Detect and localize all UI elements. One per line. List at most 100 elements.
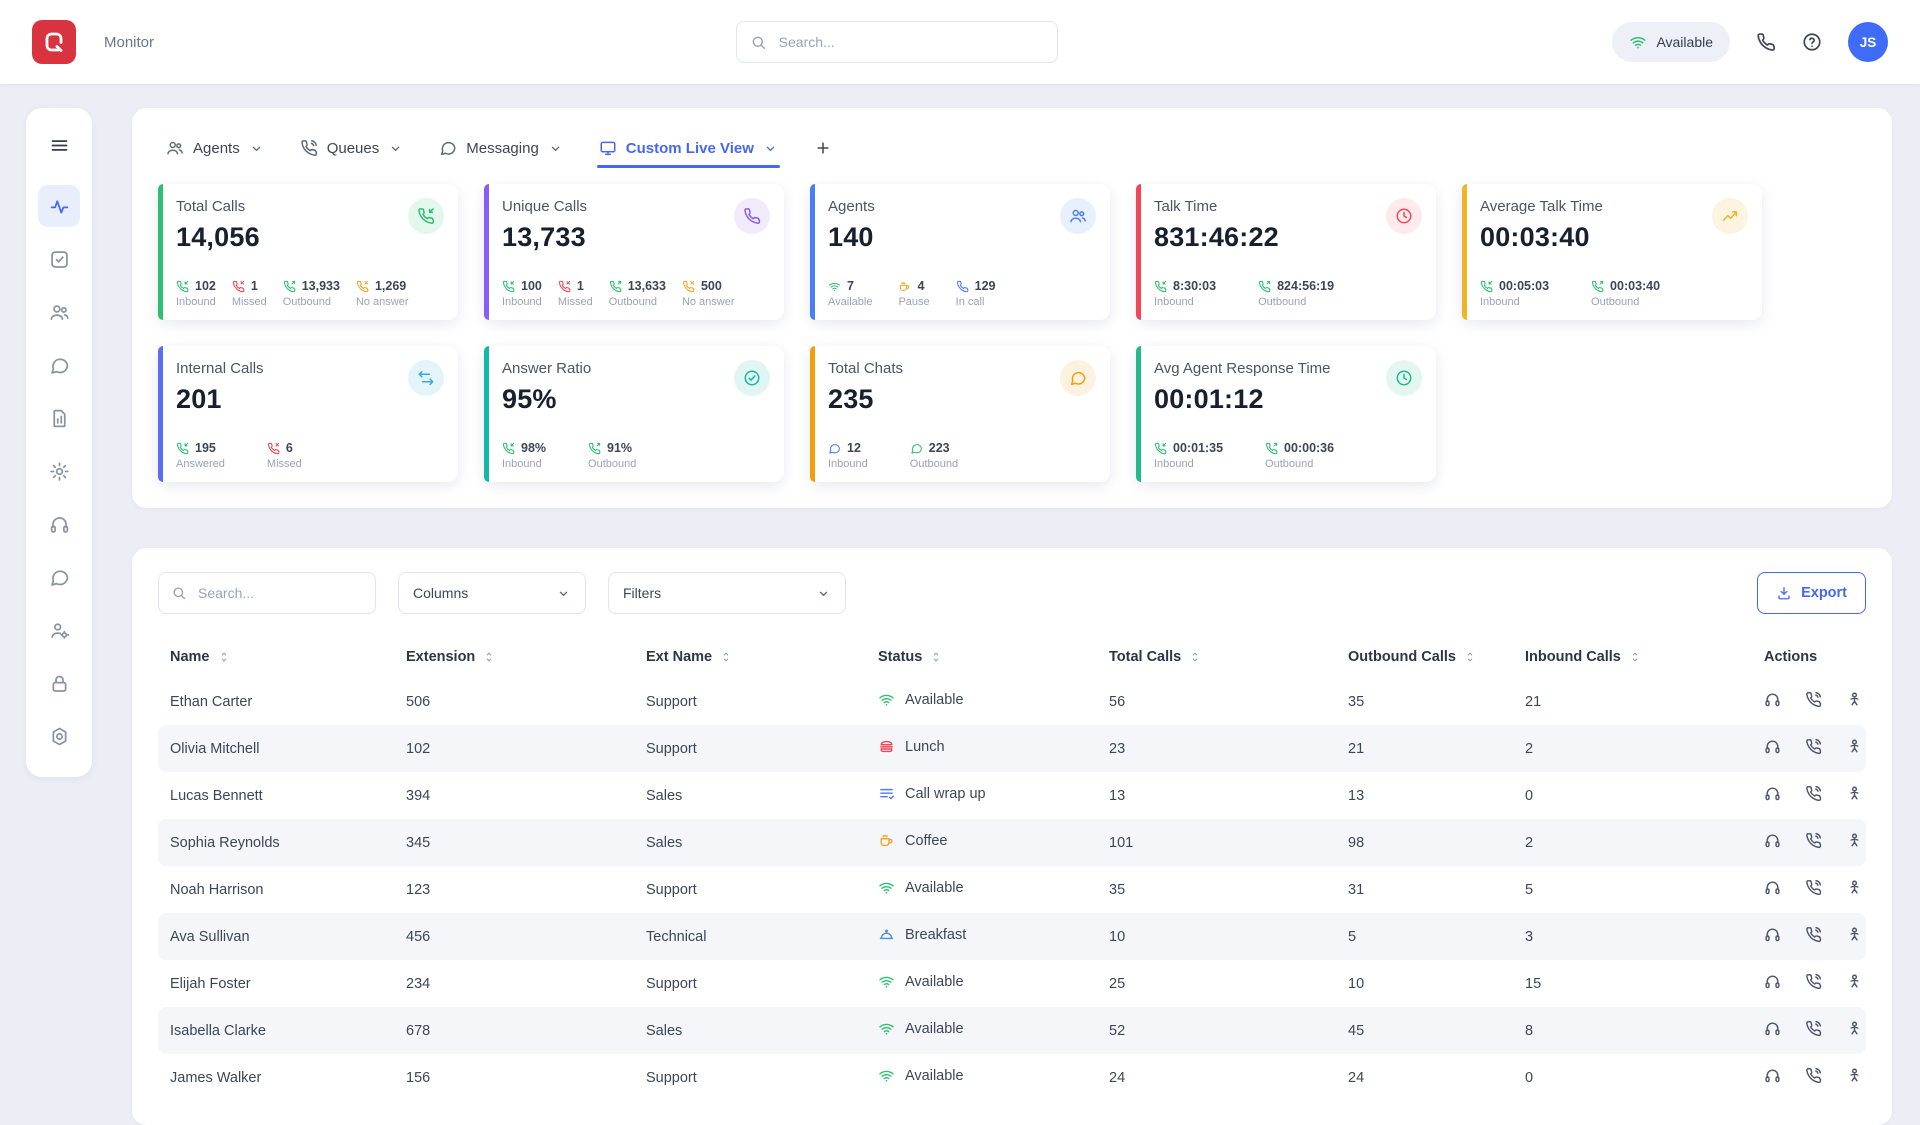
sidebar-item-menu-toggle[interactable]	[38, 124, 80, 166]
sidebar-item-support[interactable]	[38, 503, 80, 545]
action-call-icon[interactable]	[1805, 691, 1822, 708]
sidebar-item-conversations[interactable]	[38, 344, 80, 386]
action-whisper-icon[interactable]	[1846, 1020, 1863, 1037]
sort-icon[interactable]	[482, 650, 496, 664]
cell-total-calls: 35	[1097, 866, 1336, 913]
card-title: Unique Calls	[502, 198, 770, 215]
action-listen-icon[interactable]	[1764, 1020, 1781, 1037]
action-whisper-icon[interactable]	[1846, 926, 1863, 943]
action-call-icon[interactable]	[1805, 738, 1822, 755]
filters-select[interactable]: Filters	[608, 572, 846, 614]
action-call-icon[interactable]	[1805, 1067, 1822, 1084]
action-whisper-icon[interactable]	[1846, 691, 1863, 708]
table-search-input[interactable]	[196, 584, 363, 602]
sort-icon[interactable]	[719, 650, 733, 664]
action-listen-icon[interactable]	[1764, 1067, 1781, 1084]
tab-queues[interactable]: Queues	[300, 128, 404, 168]
sidebar-item-messages[interactable]	[38, 556, 80, 598]
sort-icon[interactable]	[217, 650, 231, 664]
sidebar-item-live-monitor[interactable]	[38, 185, 80, 227]
substat-label: Missed	[558, 296, 593, 308]
action-listen-icon[interactable]	[1764, 926, 1781, 943]
action-call-icon[interactable]	[1805, 785, 1822, 802]
status-label: Call wrap up	[905, 786, 986, 802]
cell-total-calls: 101	[1097, 819, 1336, 866]
help-icon[interactable]	[1802, 32, 1822, 52]
clock-icon	[1386, 198, 1422, 234]
column-header-inbound-calls[interactable]: Inbound Calls	[1513, 636, 1752, 678]
action-listen-icon[interactable]	[1764, 691, 1781, 708]
availability-status[interactable]: Available	[1612, 22, 1730, 62]
table-search[interactable]	[158, 572, 376, 614]
action-whisper-icon[interactable]	[1846, 879, 1863, 896]
action-call-icon[interactable]	[1805, 1020, 1822, 1037]
action-whisper-icon[interactable]	[1846, 832, 1863, 849]
cell-extension: 345	[394, 819, 634, 866]
columns-select[interactable]: Columns	[398, 572, 586, 614]
column-header-outbound-calls[interactable]: Outbound Calls	[1336, 636, 1513, 678]
sort-icon[interactable]	[1628, 650, 1642, 664]
global-search[interactable]	[736, 21, 1058, 63]
sidebar-item-agents[interactable]	[38, 291, 80, 333]
action-whisper-icon[interactable]	[1846, 973, 1863, 990]
users-icon	[1060, 198, 1096, 234]
sidebar-item-admin[interactable]	[38, 715, 80, 757]
users-icon	[49, 302, 70, 323]
action-whisper-icon[interactable]	[1846, 738, 1863, 755]
cell-inbound-calls: 2	[1513, 819, 1752, 866]
cell-inbound-calls: 8	[1513, 1007, 1752, 1054]
sort-icon[interactable]	[1188, 650, 1202, 664]
add-view-button[interactable]	[814, 139, 832, 157]
action-listen-icon[interactable]	[1764, 738, 1781, 755]
cell-actions	[1752, 866, 1866, 913]
avatar[interactable]: JS	[1848, 22, 1888, 62]
action-call-icon[interactable]	[1805, 879, 1822, 896]
sidebar-item-tasks[interactable]	[38, 238, 80, 280]
action-whisper-icon[interactable]	[1846, 1067, 1863, 1084]
agents-table: NameExtensionExt NameStatusTotal CallsOu…	[158, 636, 1866, 1101]
action-call-icon[interactable]	[1805, 926, 1822, 943]
app-logo[interactable]	[32, 20, 76, 64]
card-title: Answer Ratio	[502, 360, 770, 377]
sidebar-item-user-settings[interactable]	[38, 609, 80, 651]
cell-total-calls: 24	[1097, 1054, 1336, 1101]
card-substat-outbound: 13,633Outbound	[609, 279, 666, 308]
card-substat-inbound: 102Inbound	[176, 279, 216, 308]
cell-actions	[1752, 913, 1866, 960]
table-toolbar: Columns Filters Export	[158, 572, 1866, 614]
cell-actions	[1752, 772, 1866, 819]
card-substat-outbound: 824:56:19Outbound	[1258, 279, 1334, 308]
stat-card-avg-agent-response-time: Avg Agent Response Time00:01:1200:01:35I…	[1136, 346, 1436, 482]
phone-icon[interactable]	[1756, 32, 1776, 52]
sort-icon[interactable]	[1463, 650, 1477, 664]
tab-label: Queues	[327, 140, 380, 157]
sort-icon[interactable]	[929, 650, 943, 664]
action-call-icon[interactable]	[1805, 832, 1822, 849]
substat-value: 6	[286, 441, 293, 455]
substat-label: Outbound	[588, 458, 636, 470]
action-listen-icon[interactable]	[1764, 832, 1781, 849]
card-substat-inbound: 8:30:03Inbound	[1154, 279, 1216, 308]
sidebar-item-settings[interactable]	[38, 450, 80, 492]
action-call-icon[interactable]	[1805, 973, 1822, 990]
sidebar-item-security[interactable]	[38, 662, 80, 704]
global-search-input[interactable]	[777, 33, 1044, 51]
column-header-status[interactable]: Status	[866, 636, 1097, 678]
tab-custom-live-view[interactable]: Custom Live View	[599, 128, 778, 168]
column-header-total-calls[interactable]: Total Calls	[1097, 636, 1336, 678]
tab-agents[interactable]: Agents	[166, 128, 264, 168]
column-header-ext-name[interactable]: Ext Name	[634, 636, 866, 678]
column-header-name[interactable]: Name	[158, 636, 394, 678]
export-button[interactable]: Export	[1757, 572, 1866, 614]
tab-messaging[interactable]: Messaging	[439, 128, 563, 168]
action-listen-icon[interactable]	[1764, 973, 1781, 990]
substat-label: Outbound	[283, 296, 340, 308]
sidebar-item-reports[interactable]	[38, 397, 80, 439]
card-value: 201	[176, 384, 444, 415]
action-listen-icon[interactable]	[1764, 785, 1781, 802]
action-listen-icon[interactable]	[1764, 879, 1781, 896]
column-header-extension[interactable]: Extension	[394, 636, 634, 678]
action-whisper-icon[interactable]	[1846, 785, 1863, 802]
live-view-panel: AgentsQueuesMessagingCustom Live View To…	[132, 108, 1892, 508]
monitor-icon	[599, 139, 617, 157]
